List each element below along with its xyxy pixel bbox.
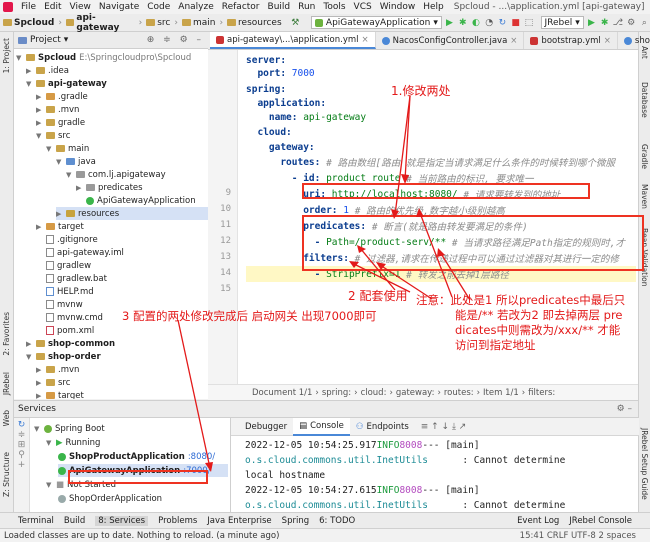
annotation-note-line2: 能是/** 若改为2 即去掉两层 pre — [455, 308, 623, 322]
annotation-note-line4: 访问到指定地址 — [455, 338, 536, 352]
annotation-1: 1.修改两处 — [391, 84, 451, 98]
annotation-2: 2 配套使用 — [348, 289, 408, 303]
annotation-3: 3 配置的两处修改完成后 启动网关 出现7000即可 — [122, 309, 377, 323]
annotation-arrows — [177, 95, 471, 472]
annotation-note-line3: dicates中则需改为/xxx/** 才能 — [455, 323, 621, 337]
annotation-note-line1: 注意：此处是1 所以predicates中最后只 — [416, 293, 626, 307]
